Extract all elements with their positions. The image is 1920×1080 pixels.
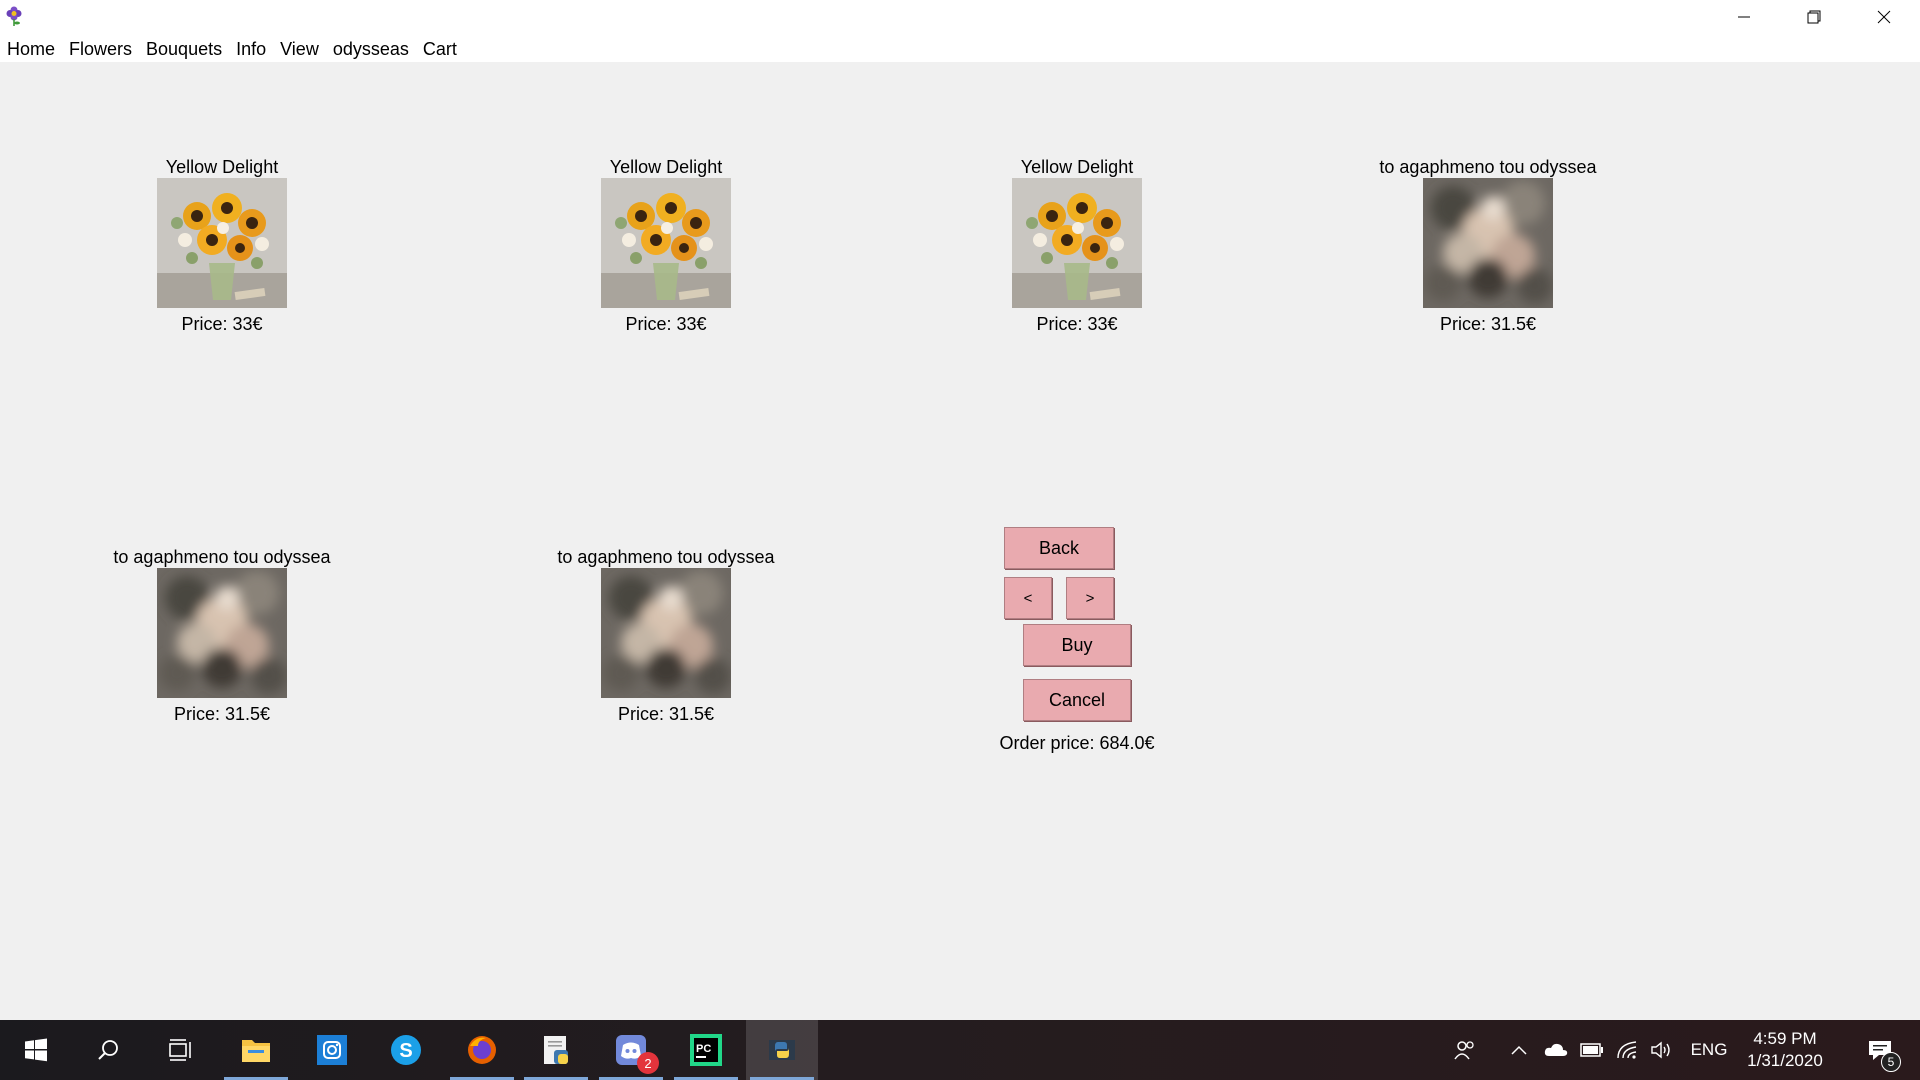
menu-view[interactable]: View <box>273 36 326 62</box>
taskbar-python[interactable] <box>746 1020 818 1080</box>
search-button[interactable] <box>72 1020 144 1080</box>
battery-tray[interactable] <box>1578 1020 1606 1080</box>
language-label: ENG <box>1690 1040 1728 1059</box>
previous-page-button[interactable]: < <box>1004 577 1052 619</box>
blurred-bouquet-image <box>157 568 287 698</box>
sunflower-bouquet-image <box>1012 178 1142 308</box>
restore-icon <box>1807 10 1821 24</box>
taskbar-clock[interactable]: 4:59 PM 1/31/2020 <box>1735 1028 1835 1072</box>
order-price-label: Order price: 684.0€ <box>999 733 1155 753</box>
cloud-icon <box>1544 1043 1568 1056</box>
search-icon <box>98 1040 118 1060</box>
minimize-icon <box>1738 16 1750 18</box>
item-name: to agaphmeno tou odyssea <box>1379 157 1597 177</box>
item-price: Price: 31.5€ <box>1439 314 1537 334</box>
blurred-bouquet-image <box>601 568 731 698</box>
pycharm-icon: PC <box>690 1034 722 1066</box>
task-view-button[interactable] <box>144 1020 216 1080</box>
clock-date: 1/31/2020 <box>1747 1051 1823 1070</box>
item-name: Yellow Delight <box>609 157 723 177</box>
menu-bouquets[interactable]: Bouquets <box>139 36 229 62</box>
people-button[interactable] <box>1450 1020 1480 1080</box>
cart-item: to agaphmeno tou odyssea Price: 31.5€ <box>516 546 816 725</box>
menu-bar: Home Flowers Bouquets Info View odysseas… <box>0 36 464 62</box>
item-price: Price: 31.5€ <box>173 704 271 724</box>
menu-info[interactable]: Info <box>229 36 273 62</box>
taskbar-pycharm[interactable]: PC <box>670 1020 742 1080</box>
sunflower-bouquet-image <box>601 178 731 308</box>
item-name: to agaphmeno tou odyssea <box>557 547 775 567</box>
svg-text:S: S <box>399 1040 412 1062</box>
item-price: Price: 33€ <box>181 314 263 334</box>
show-hidden-icons-button[interactable] <box>1506 1020 1532 1080</box>
title-bar: Home Flowers Bouquets Info View odysseas… <box>0 0 1920 62</box>
battery-icon <box>1580 1043 1603 1057</box>
taskbar-skype[interactable]: S <box>370 1020 442 1080</box>
taskbar-discord[interactable]: 2 <box>595 1020 667 1080</box>
python-file-icon <box>544 1036 568 1064</box>
python-icon <box>769 1040 795 1060</box>
speaker-icon <box>1651 1041 1670 1059</box>
minimize-button[interactable] <box>1709 0 1779 34</box>
restore-button[interactable] <box>1779 0 1849 34</box>
item-price: Price: 33€ <box>1036 314 1118 334</box>
instagram-icon <box>317 1035 347 1065</box>
next-page-button[interactable]: > <box>1066 577 1114 619</box>
close-icon <box>1877 10 1891 24</box>
taskbar-notepad-python[interactable] <box>520 1020 592 1080</box>
back-button[interactable]: Back <box>1004 527 1114 569</box>
people-icon <box>1454 1041 1474 1060</box>
sunflower-bouquet-image <box>157 178 287 308</box>
cart-item: to agaphmeno tou odyssea Price: 31.5€ <box>1338 156 1638 335</box>
item-name: Yellow Delight <box>165 157 279 177</box>
skype-icon: S <box>391 1035 421 1065</box>
clock-time: 4:59 PM <box>1753 1029 1817 1048</box>
cancel-button[interactable]: Cancel <box>1023 679 1131 721</box>
wifi-icon <box>1617 1041 1637 1059</box>
start-button[interactable] <box>0 1020 72 1080</box>
wifi-tray[interactable] <box>1614 1020 1642 1080</box>
blurred-bouquet-image <box>1423 178 1553 308</box>
taskbar-firefox[interactable] <box>446 1020 518 1080</box>
item-price: Price: 33€ <box>625 314 707 334</box>
taskbar-instagram[interactable] <box>296 1020 368 1080</box>
svg-text:PC: PC <box>696 1043 711 1055</box>
taskbar: S 2 PC ENG 4:59 PM 1/31/2020 5 <box>0 1020 1920 1080</box>
discord-notification-badge: 2 <box>637 1052 659 1074</box>
item-price: Price: 31.5€ <box>617 704 715 724</box>
windows-logo-icon <box>25 1038 47 1062</box>
menu-flowers[interactable]: Flowers <box>62 36 139 62</box>
folder-icon <box>242 1040 270 1062</box>
onedrive-tray[interactable] <box>1542 1020 1570 1080</box>
cart-item: Yellow Delight Price: 33€ <box>516 156 816 335</box>
firefox-icon <box>468 1036 496 1064</box>
cart-item: to agaphmeno tou odyssea Price: 31.5€ <box>72 546 372 725</box>
action-center-button[interactable]: 5 <box>1855 1020 1905 1080</box>
close-button[interactable] <box>1849 0 1919 34</box>
volume-tray[interactable] <box>1648 1020 1676 1080</box>
cart-item: Yellow Delight Price: 33€ <box>72 156 372 335</box>
task-view-icon <box>169 1039 191 1061</box>
menu-cart[interactable]: Cart <box>416 36 464 62</box>
chevron-up-icon <box>1511 1045 1527 1055</box>
input-language-indicator[interactable]: ENG <box>1684 1020 1734 1080</box>
item-name: to agaphmeno tou odyssea <box>113 547 331 567</box>
taskbar-file-explorer[interactable] <box>220 1020 292 1080</box>
buy-button[interactable]: Buy <box>1023 624 1131 666</box>
notification-count-badge: 5 <box>1881 1052 1901 1072</box>
cart-item: Yellow Delight Price: 33€ <box>927 156 1227 335</box>
menu-user-odysseas[interactable]: odysseas <box>326 36 416 62</box>
menu-home[interactable]: Home <box>0 36 62 62</box>
item-name: Yellow Delight <box>1020 157 1134 177</box>
flower-app-icon <box>6 6 22 26</box>
